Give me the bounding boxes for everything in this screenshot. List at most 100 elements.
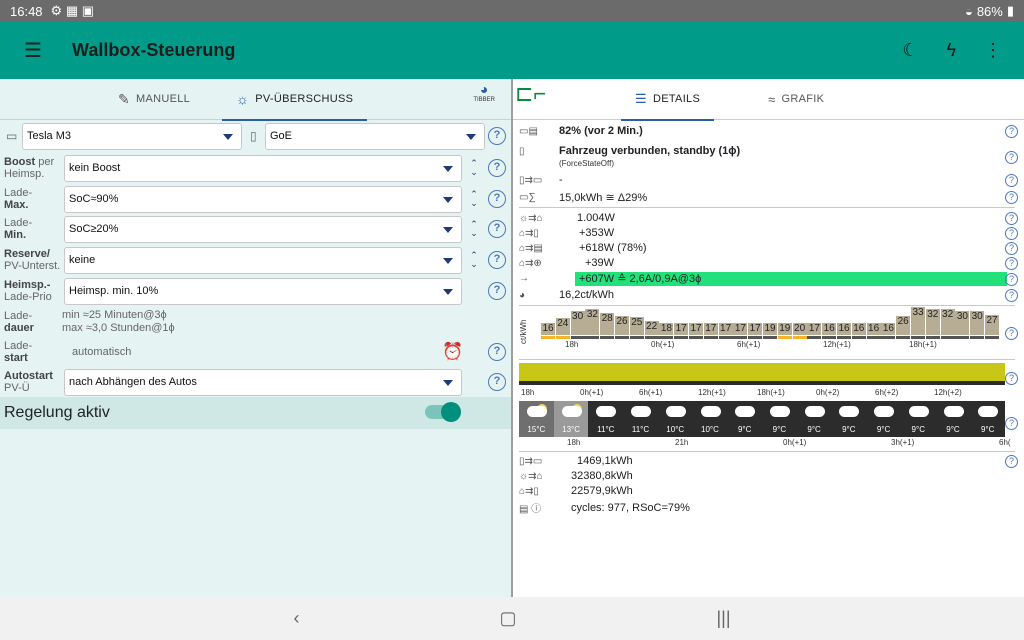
tab-manuell[interactable]: ✎ MANUELL (118, 79, 190, 120)
pv-forecast-bar (519, 363, 1005, 385)
help-icon[interactable]: ? (488, 373, 506, 391)
chevron-down-icon (223, 133, 233, 140)
piggy-bank-icon: ◕ (519, 289, 526, 301)
back-icon[interactable]: ‹ (293, 608, 299, 629)
divider (519, 451, 1015, 452)
toggle-knob (441, 402, 461, 422)
help-icon[interactable]: ? (1005, 273, 1018, 286)
price-level-mark (837, 336, 851, 339)
heimsp-prio-select[interactable]: Heimsp. min. 10% (64, 277, 462, 305)
pv-to-home-icon: ☼⇉⌂ (519, 212, 543, 224)
night-mode-icon[interactable]: ☾ (902, 40, 918, 61)
help-icon[interactable]: ? (1005, 212, 1018, 225)
price-bar: 33 (911, 307, 925, 335)
pv-tick: 12h(+1) (698, 388, 726, 397)
help-icon[interactable]: ? (1005, 242, 1018, 255)
price-bar: 25 (629, 317, 644, 335)
wallbox-select[interactable]: GoE (265, 122, 485, 150)
alarm-clock-icon[interactable]: ⏰ (442, 342, 463, 362)
ladedauer-values: min ≈25 Minuten@3ϕ max ≈3,0 Stunden@1ϕ (62, 309, 175, 334)
weather-axis: 18h 21h 0h(+1) 3h(+1) 6h( (519, 438, 1011, 448)
autostart-select[interactable]: nach Abhängen des Autos (64, 368, 462, 396)
cloud-icon (943, 406, 964, 417)
help-icon[interactable]: ? (1005, 327, 1018, 340)
cloud-icon (770, 406, 791, 417)
wifi-icon: ◒ (964, 3, 973, 19)
tibber-button[interactable]: ◕ TIBBER (473, 81, 495, 103)
recents-icon[interactable]: ||| (716, 608, 730, 629)
lightning-icon[interactable]: ϟ (946, 40, 956, 61)
help-icon[interactable]: ? (1005, 125, 1018, 138)
autostart-label: Autostart PV-Ü (4, 370, 53, 394)
tab-pv-ueberschuss[interactable]: ☼ PV-ÜBERSCHUSS (222, 79, 368, 121)
help-icon[interactable]: ? (1005, 372, 1018, 385)
more-options-icon[interactable]: ⋮ (984, 40, 1002, 61)
help-icon[interactable]: ? (1005, 151, 1018, 164)
car-select[interactable]: Tesla M3 (22, 122, 242, 150)
chart-line-icon: ≈ (768, 91, 776, 107)
weather-cell: 9°C (797, 401, 832, 437)
total-home-energy: 22579,9kWh (571, 485, 633, 497)
price-level-mark (763, 336, 777, 339)
total-pv-energy: 32380,8kWh (571, 470, 633, 482)
help-icon[interactable]: ? (488, 127, 506, 145)
help-icon[interactable]: ? (1005, 227, 1018, 240)
updown-stepper[interactable]: ⌃ ⌄ (468, 190, 480, 208)
updown-stepper[interactable]: ⌃ ⌄ (468, 159, 480, 177)
price-bar: 24 (555, 318, 570, 335)
updown-stepper[interactable]: ⌃ ⌄ (468, 220, 480, 238)
regelung-toggle[interactable] (425, 402, 461, 422)
weather-cell: 9°C (727, 401, 762, 437)
cloud-icon (804, 406, 825, 417)
state-sub: (ForceStateOff) (559, 159, 614, 168)
regelung-label: Regelung aktiv (4, 404, 110, 421)
help-icon[interactable]: ? (488, 343, 506, 361)
help-icon[interactable]: ? (1005, 174, 1018, 187)
price-level-mark (541, 336, 555, 339)
cloud-icon (596, 406, 617, 417)
cloud-icon (631, 406, 652, 417)
help-icon[interactable]: ? (488, 220, 506, 238)
price-tick: 6h(+1) (737, 340, 761, 349)
weather-cell: 9°C (936, 401, 971, 437)
price-level-mark (644, 336, 659, 339)
divider (519, 207, 1015, 208)
boost-select[interactable]: kein Boost (64, 154, 462, 182)
updown-stepper[interactable]: ⌃ ⌄ (468, 251, 480, 269)
wallbox-state-icon: ▯ (519, 145, 525, 157)
price-bar: 26 (615, 315, 629, 335)
help-icon[interactable]: ? (488, 159, 506, 177)
help-icon[interactable]: ? (488, 282, 506, 300)
weather-cell: 11°C (588, 401, 623, 437)
help-icon[interactable]: ? (1005, 257, 1018, 270)
weather-temp: 11°C (631, 425, 650, 434)
price-bar: 16 (541, 323, 555, 335)
wallbox-car-icon: ⊏⌐ (515, 81, 547, 106)
help-icon[interactable]: ? (488, 251, 506, 269)
reserve-select[interactable]: keine (64, 246, 462, 274)
lade-max-label: Lade- Max. (4, 187, 33, 211)
tab-details[interactable]: ☰ DETAILS (620, 79, 715, 121)
lade-max-select[interactable]: SoC≈90% (64, 185, 462, 213)
list-icon: ☰ (635, 91, 647, 106)
weather-temp: 9°C (737, 425, 752, 434)
help-icon[interactable]: ? (1005, 417, 1018, 430)
home-icon[interactable]: ▢ (499, 608, 516, 629)
home-to-grid-icon: ⌂⇉⊕ (519, 257, 542, 269)
menu-icon[interactable]: ☰ (0, 38, 66, 63)
weather-tick: 6h( (999, 438, 1011, 447)
help-icon[interactable]: ? (1005, 455, 1018, 468)
arrow-right-icon: → (519, 273, 529, 284)
price-level-mark (570, 336, 585, 339)
tab-grafik[interactable]: ≈ GRAFIK (768, 79, 824, 120)
help-icon[interactable]: ? (1005, 191, 1018, 204)
lade-min-select[interactable]: SoC≥20% (64, 215, 462, 243)
help-icon[interactable]: ? (1005, 289, 1018, 302)
pv-tick: 12h(+2) (934, 388, 962, 397)
price-bar: 30 (570, 311, 585, 335)
help-icon[interactable]: ? (488, 190, 506, 208)
price-level-mark (822, 336, 837, 339)
cloud-icon (874, 406, 895, 417)
state-value: Fahrzeug verbunden, standby (1ϕ) (559, 145, 741, 157)
weather-tick: 21h (675, 438, 689, 447)
